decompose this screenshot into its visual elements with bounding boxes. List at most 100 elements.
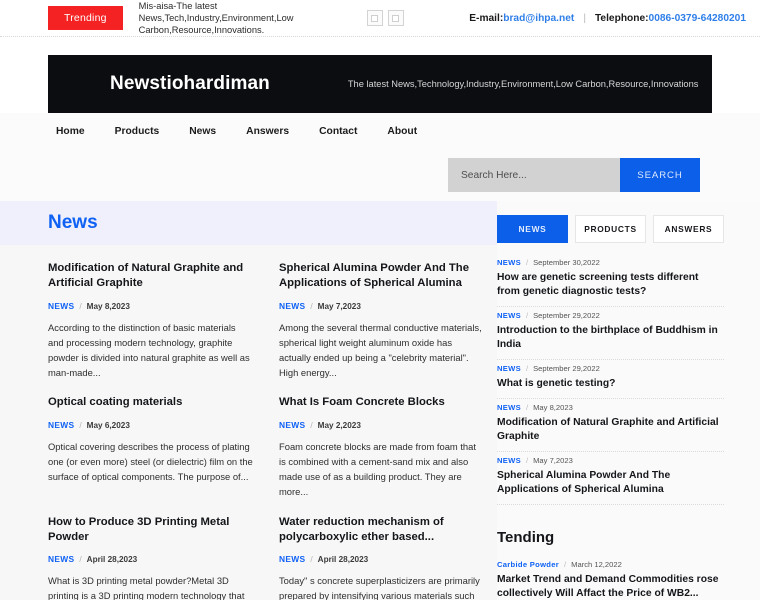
article-date: May 2,2023 [317, 420, 361, 430]
ticker-nav [366, 10, 404, 26]
meta-separator: / [310, 419, 313, 430]
article-meta: NEWS / May 6,2023 [48, 420, 253, 430]
article-title[interactable]: Water reduction mechanism of polycarboxy… [279, 515, 484, 546]
article-meta: NEWS / May 2,2023 [279, 420, 484, 430]
article-card[interactable]: Optical coating materials NEWS / May 6,202… [48, 395, 253, 499]
article-meta: NEWS / April 28,2023 [279, 554, 484, 564]
tending-heading: Tending [497, 529, 555, 546]
meta-separator: / [310, 554, 313, 565]
nav-item-answers[interactable]: Answers [246, 126, 289, 137]
nav-item-about[interactable]: About [387, 126, 417, 137]
sidebar-list-item[interactable]: NEWS / September 29,2022 Introduction to t… [497, 307, 724, 360]
article-meta: NEWS / May 8,2023 [48, 301, 253, 311]
article-category[interactable]: NEWS [279, 301, 305, 311]
trending-badge: Trending [48, 5, 123, 31]
article-category[interactable]: NEWS [279, 554, 305, 564]
sidebar-item-category[interactable]: NEWS [497, 403, 521, 412]
masthead-wrap: Newstiohardiman The latest News,Technolo… [0, 37, 760, 113]
article-category[interactable]: NEWS [48, 554, 74, 564]
article-title[interactable]: What Is Foam Concrete Blocks [279, 395, 484, 410]
email-label: E-mail: [469, 12, 504, 24]
sidebar-item-title[interactable]: What is genetic testing? [497, 377, 724, 391]
article-excerpt: Among the several thermal conductive mat… [279, 321, 482, 379]
article-card[interactable]: Modification of Natural Graphite and Art… [48, 261, 253, 380]
article-date: May 7,2023 [317, 301, 361, 311]
article-card[interactable]: How to Produce 3D Printing Metal Powder … [48, 515, 253, 600]
sidebar-list-item[interactable]: NEWS / September 29,2022 What is genetic t… [497, 360, 724, 399]
sidebar-item-meta: NEWS / September 30,2022 [497, 258, 724, 267]
search-input[interactable] [448, 158, 620, 192]
site-tagline: The latest News,Technology,Industry,Envi… [347, 79, 699, 89]
article-card[interactable]: Water reduction mechanism of polycarboxy… [279, 515, 484, 600]
meta-separator: / [79, 419, 82, 430]
sidebar-item-category[interactable]: NEWS [497, 258, 521, 267]
article-title[interactable]: Spherical Alumina Powder And The Applica… [279, 261, 484, 292]
next-arrow-icon[interactable] [387, 10, 404, 26]
article-date: May 8,2023 [86, 301, 130, 311]
tending-item-date: March 12,2022 [571, 560, 622, 569]
site-title[interactable]: Newstiohardiman [110, 73, 270, 95]
sidebar-item-title[interactable]: Spherical Alumina Powder And The Applica… [497, 469, 724, 497]
article-meta: NEWS / May 7,2023 [279, 301, 484, 311]
sidebar-item-title[interactable]: Introduction to the birthplace of Buddhi… [497, 324, 724, 352]
meta-separator: / [564, 560, 567, 569]
sidebar-item-title[interactable]: How are genetic screening tests differen… [497, 271, 724, 299]
article-title[interactable]: How to Produce 3D Printing Metal Powder [48, 515, 253, 546]
meta-separator: / [525, 403, 529, 412]
article-title[interactable]: Optical coating materials [48, 395, 253, 410]
article-excerpt: Today" s concrete superplasticizers are … [279, 575, 480, 600]
tab-answers[interactable]: ANSWERS [653, 215, 724, 243]
contact-separator: | [583, 12, 586, 24]
article-excerpt: What is 3D printing metal powder?Metal 3… [48, 575, 245, 600]
tending-item-meta: Carbide Powder / March 12,2022 [497, 560, 724, 569]
sidebar-item-meta: NEWS / September 29,2022 [497, 311, 724, 320]
ticker-text: Mis-aisa-The latest News,Tech,Industry,E… [138, 0, 294, 36]
article-row: Modification of Natural Graphite and Art… [48, 261, 485, 380]
tending-list-item[interactable]: Carbide Powder / March 12,2022 Market Tren… [497, 556, 724, 600]
sidebar-item-date: September 30,2022 [533, 258, 600, 267]
sidebar-item-date: September 29,2022 [533, 364, 600, 373]
sidebar-item-category[interactable]: NEWS [497, 364, 521, 373]
search-area: SEARCH [0, 149, 760, 201]
article-date: April 28,2023 [317, 555, 369, 565]
contact-info: E-mail: brad@ihpa.net | Telephone: 0086-03… [469, 13, 746, 24]
tab-news[interactable]: NEWS [497, 215, 568, 243]
top-bar: Trending Mis-aisa-The latest News,Tech,I… [0, 0, 760, 37]
news-band: News [0, 201, 497, 245]
tab-products[interactable]: PRODUCTS [575, 215, 646, 243]
sidebar-list-item[interactable]: NEWS / May 8,2023 Modification of Natural … [497, 399, 724, 452]
article-list: Modification of Natural Graphite and Art… [0, 245, 497, 600]
search-button[interactable]: SEARCH [620, 158, 700, 192]
article-category[interactable]: NEWS [48, 420, 74, 430]
sidebar-item-category[interactable]: NEWS [497, 311, 521, 320]
sidebar-item-category[interactable]: NEWS [497, 456, 521, 465]
tending-item-title[interactable]: Market Trend and Demand Commodities rose… [497, 573, 724, 600]
meta-separator: / [310, 300, 313, 311]
tending-item-category[interactable]: Carbide Powder [497, 560, 559, 569]
nav-item-contact[interactable]: Contact [319, 126, 357, 137]
nav-item-products[interactable]: Products [115, 126, 160, 137]
sidebar-list-item[interactable]: NEWS / September 30,2022 How are genetic s… [497, 254, 724, 307]
sidebar-list-item[interactable]: NEWS / May 7,2023 Spherical Alumina Powder… [497, 452, 724, 505]
sidebar-item-date: May 7,2023 [533, 456, 573, 465]
email-link[interactable]: brad@ihpa.net [503, 13, 574, 24]
nav-item-news[interactable]: News [189, 126, 216, 137]
sidebar: NEWS PRODUCTS ANSWERS NEWS / September 30,… [497, 201, 760, 600]
nav-item-home[interactable]: Home [56, 126, 85, 137]
telephone-link[interactable]: 0086-0379-64280201 [649, 13, 746, 24]
article-category[interactable]: NEWS [279, 420, 305, 430]
article-category[interactable]: NEWS [48, 301, 74, 311]
news-column: News Modification of Natural Graphite an… [0, 201, 497, 600]
telephone-label: Telephone: [594, 12, 649, 24]
article-card[interactable]: Spherical Alumina Powder And The Applica… [279, 261, 484, 380]
article-card[interactable]: What Is Foam Concrete Blocks NEWS / May 2,… [279, 395, 484, 499]
article-row: How to Produce 3D Printing Metal Powder … [48, 515, 485, 600]
article-title[interactable]: Modification of Natural Graphite and Art… [48, 261, 253, 292]
sidebar-item-title[interactable]: Modification of Natural Graphite and Art… [497, 416, 724, 444]
masthead: Newstiohardiman The latest News,Technolo… [48, 55, 712, 113]
search-row: SEARCH [448, 158, 700, 192]
sidebar-item-meta: NEWS / May 8,2023 [497, 403, 724, 412]
prev-arrow-icon[interactable] [366, 10, 383, 26]
sidebar-item-meta: NEWS / May 7,2023 [497, 456, 724, 465]
main-nav: Home Products News Answers Contact About [0, 113, 760, 149]
